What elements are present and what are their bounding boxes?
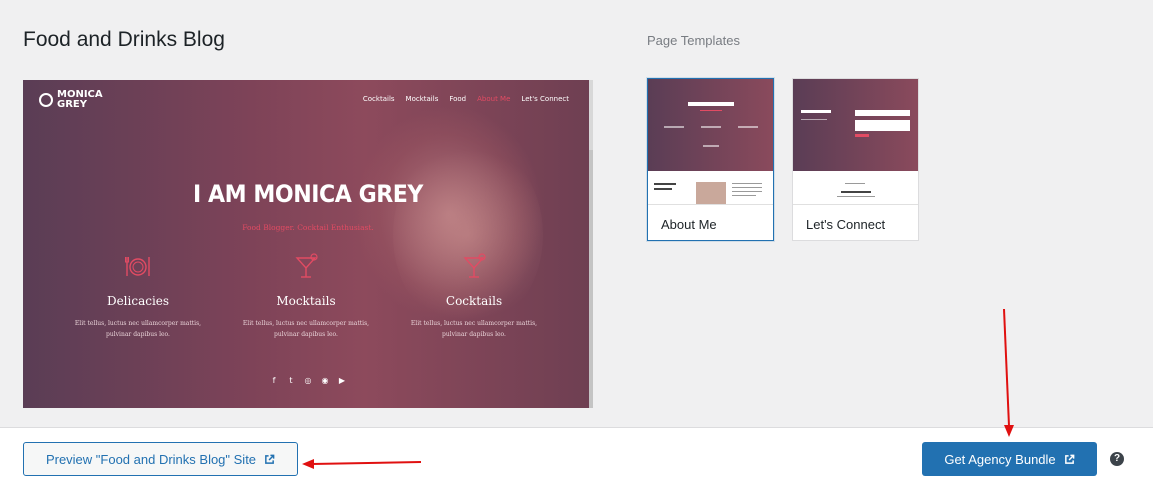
plate-cutlery-icon <box>125 257 150 276</box>
logo-icon <box>39 93 53 107</box>
site-title: Food and Drinks Blog <box>23 28 225 51</box>
preview-nav-item: Cocktails <box>362 95 395 103</box>
scrollbar-thumb[interactable] <box>589 150 593 408</box>
preview-nav: Cocktails Mocktails Food About Me Let's … <box>363 95 569 103</box>
preview-nav-item-active: About Me <box>477 95 511 103</box>
template-card-lets-connect[interactable]: Let's Connect <box>792 78 919 241</box>
preview-site-button-label: Preview "Food and Drinks Blog" Site <box>45 451 257 467</box>
preview-nav-item: Mocktails <box>405 95 439 103</box>
preview-nav-item: Let's Connect <box>521 95 569 103</box>
instagram-icon: ◎ <box>304 376 312 385</box>
social-icons: f t ◎ ◉ ▶ <box>23 376 593 385</box>
template-label: About Me <box>661 217 717 232</box>
external-link-icon <box>265 454 275 464</box>
preview-nav-item: Food <box>449 95 467 103</box>
feature-title: Cocktails <box>445 294 503 308</box>
template-thumbnail <box>648 79 773 171</box>
get-agency-bundle-button[interactable]: Get Agency Bundle <box>922 442 1097 476</box>
template-label: Let's Connect <box>806 217 886 232</box>
twitter-icon: t <box>289 376 293 385</box>
feature-text: Elit tellus, luctus nec ullamcorper matt… <box>74 320 202 338</box>
feature-text: Elit tellus, luctus nec ullamcorper matt… <box>410 320 538 338</box>
feature-text: Elit tellus, luctus nec ullamcorper matt… <box>242 320 370 338</box>
feature-mocktails: Mocktails Elit tellus, luctus nec ullamc… <box>231 252 381 340</box>
hero-title: I AM MONICA GREY <box>193 180 423 208</box>
hero-subtitle: Food Blogger. Cocktail Enthusiast. <box>242 223 374 232</box>
template-thumbnail <box>793 79 918 171</box>
feature-cocktails: Cocktails Elit tellus, luctus nec ullamc… <box>399 252 549 340</box>
template-card-about-me[interactable]: About Me <box>647 78 774 241</box>
youtube-icon: ▶ <box>338 376 346 385</box>
feature-delicacies: Delicacies Elit tellus, luctus nec ullam… <box>63 252 213 340</box>
template-thumbnail-lower <box>648 171 773 205</box>
external-link-icon <box>1064 454 1075 464</box>
preview-scrollbar[interactable] <box>589 80 593 408</box>
site-preview[interactable]: MONICA GREY Cocktails Mocktails Food Abo… <box>23 80 593 408</box>
agency-button-label: Get Agency Bundle <box>944 451 1056 467</box>
annotation-arrow-agency <box>1003 308 1014 437</box>
logo-text: MONICA GREY <box>57 89 103 110</box>
cocktail-glass-icon <box>295 253 318 278</box>
template-thumbnail-lower <box>793 171 918 205</box>
tripadvisor-icon: ◉ <box>321 376 329 385</box>
help-icon[interactable]: ? <box>1110 452 1124 466</box>
feature-title: Delicacies <box>106 294 170 308</box>
preview-site-button[interactable]: Preview "Food and Drinks Blog" Site <box>23 442 298 476</box>
facebook-icon: f <box>272 376 276 385</box>
preview-logo: MONICA GREY <box>39 89 103 110</box>
cocktail-glass-icon <box>463 253 486 278</box>
templates-heading: Page Templates <box>647 33 740 48</box>
feature-title: Mocktails <box>276 294 336 308</box>
